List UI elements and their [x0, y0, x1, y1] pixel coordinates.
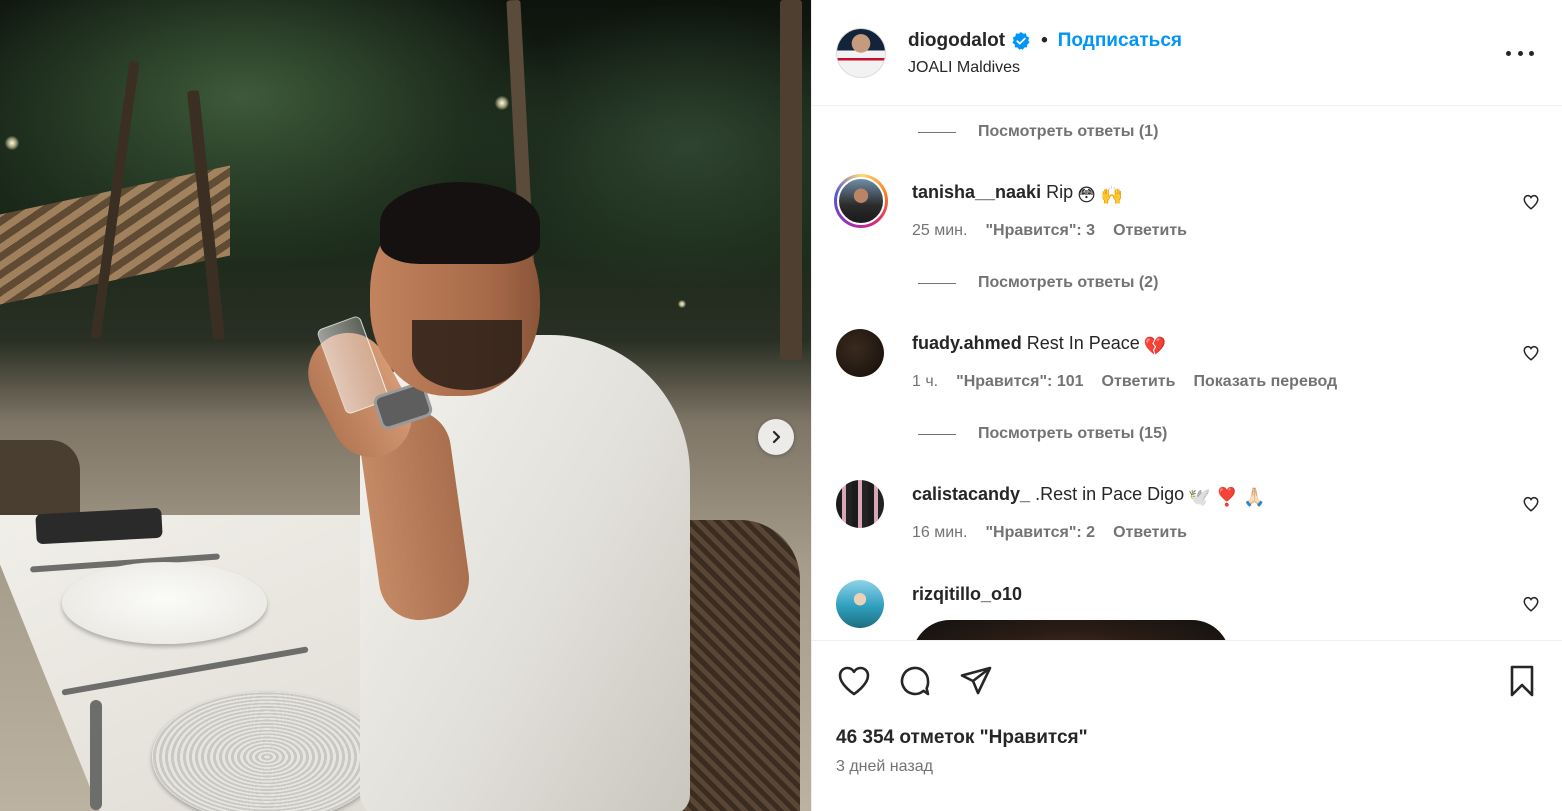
- comment-emoji: 😳 🙌: [1077, 185, 1124, 205]
- commenter-avatar[interactable]: [836, 480, 884, 528]
- view-replies-button[interactable]: Посмотреть ответы (15): [918, 425, 1167, 443]
- verified-badge-icon: [1012, 32, 1030, 50]
- comment-text-row: tanisha__naaki Rip 😳 🙌: [912, 182, 1123, 206]
- photo-lamp: [5, 136, 19, 150]
- comment-reply-button[interactable]: Ответить: [1102, 373, 1176, 391]
- photo-spoon: [90, 700, 102, 810]
- replies-divider-line: [918, 282, 956, 284]
- view-replies-button[interactable]: Посмотреть ответы (1): [918, 123, 1158, 141]
- view-replies-label: Посмотреть ответы (1): [978, 123, 1159, 140]
- post-timestamp[interactable]: 3 дней назад: [836, 758, 933, 776]
- paper-plane-icon[interactable]: [958, 663, 994, 699]
- comment-username[interactable]: fuady.ahmed: [912, 333, 1022, 353]
- comment-time[interactable]: 25 мин.: [912, 222, 967, 240]
- post-actions-bar: 46 354 отметок "Нравится" 3 дней назад: [812, 640, 1562, 811]
- comment-likes[interactable]: "Нравится": 2: [985, 524, 1095, 542]
- photo-person-hair: [380, 182, 540, 264]
- view-replies-label: Посмотреть ответы (15): [978, 425, 1168, 442]
- comment-username[interactable]: calistacandy_: [912, 484, 1030, 504]
- avatar-image: [837, 177, 885, 225]
- post-side-panel: diogodalot • Подписаться JOALI Maldives …: [811, 0, 1562, 811]
- comment-username[interactable]: tanisha__naaki: [912, 182, 1041, 202]
- commenter-avatar[interactable]: [834, 174, 888, 228]
- header-separator: •: [1041, 30, 1048, 51]
- comment-reply-button[interactable]: Ответить: [1113, 524, 1187, 542]
- photo-lamp: [678, 300, 686, 308]
- commenter-avatar[interactable]: [836, 580, 884, 628]
- comment-emoji: 💔: [1143, 336, 1167, 356]
- comment-meta: 25 мин. "Нравится": 3 Ответить: [912, 222, 1187, 240]
- photo-glass-plate: [152, 692, 382, 811]
- post-media[interactable]: [0, 0, 811, 811]
- comment-text: .Rest in Pace Digo: [1035, 484, 1185, 504]
- comment-likes[interactable]: "Нравится": 101: [956, 373, 1083, 391]
- comments-list[interactable]: Посмотреть ответы (1) tanisha__naaki Rip…: [812, 107, 1562, 640]
- comment-likes[interactable]: "Нравится": 3: [985, 222, 1095, 240]
- view-replies-button[interactable]: Посмотреть ответы (2): [918, 274, 1158, 292]
- more-dot: [1517, 50, 1523, 56]
- photo-palm-trunk: [780, 0, 802, 360]
- heart-outline-icon[interactable]: [1522, 193, 1540, 211]
- like-button-heart-icon[interactable]: [836, 663, 872, 699]
- replies-divider-line: [918, 433, 956, 435]
- comment-text: Rest In Peace: [1026, 333, 1140, 353]
- view-replies-label: Посмотреть ответы (2): [978, 274, 1159, 291]
- comment-image-attachment[interactable]: [912, 620, 1230, 640]
- carousel-next-button[interactable]: [758, 419, 794, 455]
- author-username[interactable]: diogodalot: [908, 30, 1005, 52]
- replies-divider-line: [918, 131, 956, 133]
- heart-outline-icon[interactable]: [1522, 344, 1540, 362]
- post-location[interactable]: JOALI Maldives: [908, 59, 1020, 77]
- comment-text: Rip: [1046, 182, 1074, 202]
- comment-meta: 16 мин. "Нравится": 2 Ответить: [912, 524, 1187, 542]
- more-options-button[interactable]: [1506, 42, 1534, 64]
- photo-person-beard: [412, 320, 522, 390]
- comment-bubble-icon[interactable]: [897, 663, 933, 699]
- comment-reply-button[interactable]: Ответить: [1113, 222, 1187, 240]
- heart-outline-icon[interactable]: [1522, 595, 1540, 613]
- comment-meta: 1 ч. "Нравится": 101 Ответить Показать п…: [912, 373, 1337, 391]
- chevron-right-icon: [772, 430, 781, 444]
- comment-time[interactable]: 16 мин.: [912, 524, 967, 542]
- comment-text-row: fuady.ahmed Rest In Peace 💔: [912, 333, 1166, 357]
- photo-lamp: [495, 96, 509, 110]
- comment-emoji: 🕊️ ❣️ 🙏🏻: [1188, 487, 1266, 507]
- follow-button[interactable]: Подписаться: [1058, 30, 1182, 52]
- more-horizontal-icon: [1506, 50, 1511, 56]
- post-header: diogodalot • Подписаться JOALI Maldives: [812, 0, 1562, 106]
- comment-time[interactable]: 1 ч.: [912, 373, 938, 391]
- likes-count[interactable]: 46 354 отметок "Нравится": [836, 727, 1088, 749]
- comment-username[interactable]: rizqitillo_o10: [912, 584, 1022, 604]
- commenter-avatar[interactable]: [836, 329, 884, 377]
- photo-plate: [62, 562, 267, 644]
- comment-text-row: calistacandy_ .Rest in Pace Digo 🕊️ ❣️ 🙏🏻: [912, 484, 1265, 508]
- bookmark-icon[interactable]: [1504, 663, 1540, 699]
- comment-text-row: rizqitillo_o10: [912, 584, 1022, 605]
- heart-outline-icon[interactable]: [1522, 495, 1540, 513]
- more-dot: [1529, 50, 1534, 56]
- author-avatar[interactable]: [836, 28, 886, 78]
- show-translation-button[interactable]: Показать перевод: [1193, 373, 1337, 391]
- author-row: diogodalot • Подписаться: [908, 30, 1182, 52]
